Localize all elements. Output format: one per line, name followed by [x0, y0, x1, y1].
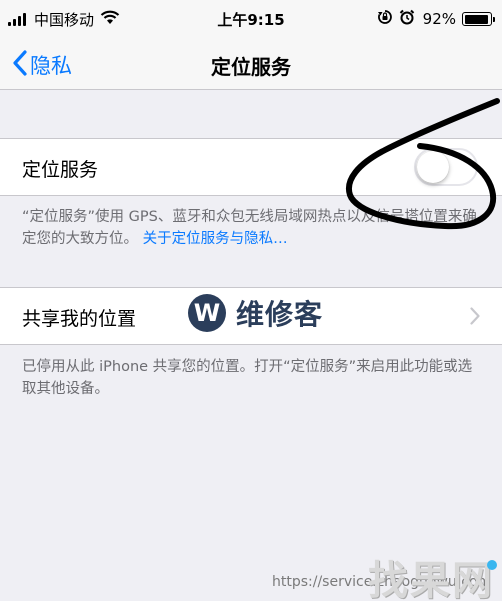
watermark-logo: W 维修客	[188, 293, 323, 333]
rotation-lock-icon	[377, 9, 393, 29]
chevron-right-icon	[470, 307, 480, 329]
location-services-footer: “定位服务”使用 GPS、蓝牙和众包无线局域网热点以及信号塔位置来确定您的大致方…	[22, 206, 482, 250]
screen: 中国移动 上午9:15 92% 隐私 定位服务 定位服务 “定位服务”使用 GP…	[0, 0, 502, 601]
navigation-bar: 隐私 定位服务	[0, 38, 502, 90]
watermark-registered-icon	[487, 560, 497, 570]
location-services-label: 定位服务	[22, 159, 99, 181]
location-services-toggle[interactable]	[414, 148, 478, 186]
status-bar: 中国移动 上午9:15 92%	[0, 0, 502, 38]
page-title: 定位服务	[211, 55, 291, 79]
privacy-link[interactable]: 关于定位服务与隐私…	[143, 231, 288, 247]
status-bar-right: 92%	[377, 9, 495, 29]
share-location-label: 共享我的位置	[22, 308, 137, 330]
watermark-logo-text: 维修客	[236, 298, 324, 331]
location-services-cell: 定位服务	[0, 138, 502, 196]
battery-percent: 92%	[422, 10, 456, 28]
toggle-knob	[417, 151, 449, 183]
battery-icon	[462, 12, 495, 26]
watermark-brand: 找果网	[368, 557, 494, 601]
watermark-logo-mark: W	[188, 294, 226, 332]
share-location-footer: 已停用从此 iPhone 共享您的位置。打开“定位服务”来启用此功能或选取其他设…	[22, 359, 473, 397]
alarm-icon	[399, 9, 415, 29]
